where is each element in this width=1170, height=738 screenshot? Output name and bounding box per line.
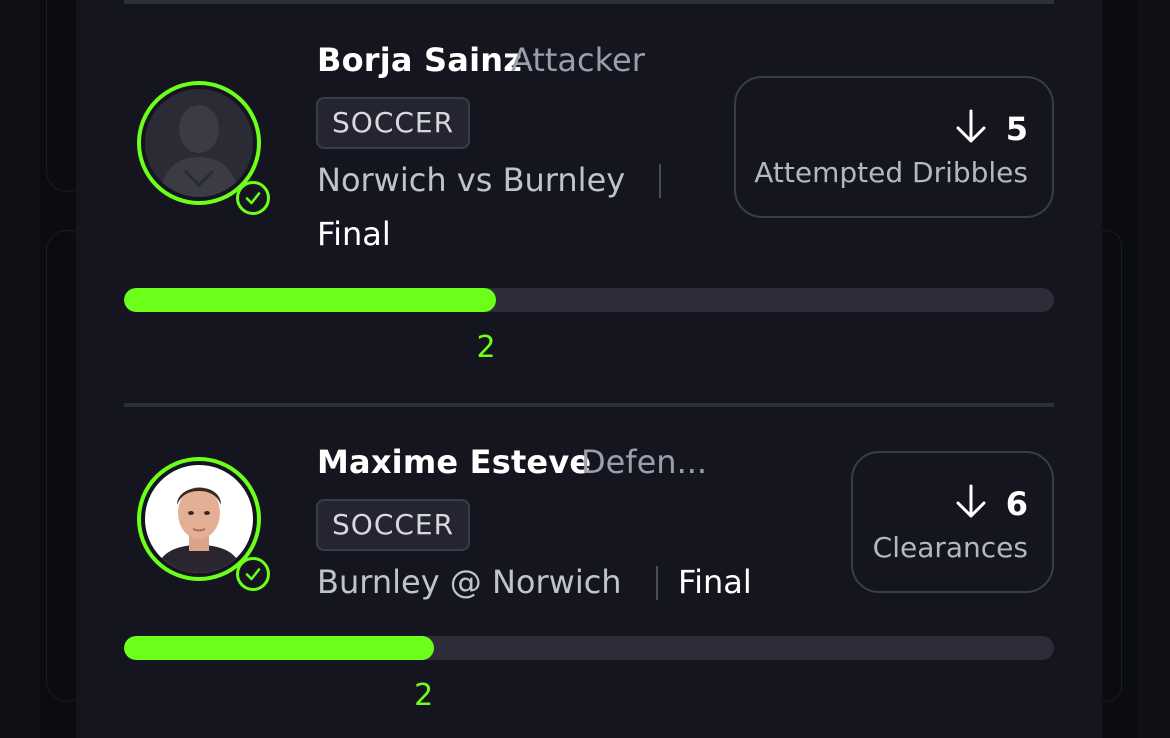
game-matchup: Burnley @ Norwich [317,563,622,601]
player-position: Attacker [511,41,645,79]
player-photo [145,465,253,573]
separator [656,566,658,600]
separator [659,164,661,198]
stat-value: 6 [1005,485,1028,523]
stat-value: 5 [1005,110,1028,148]
stat-label: Clearances [872,531,1028,564]
arrow-down-icon [954,483,988,525]
sport-badge: SOCCER [316,97,471,149]
progress-track [124,636,1054,660]
silhouette-icon [145,89,253,197]
stat-line-box[interactable]: 6 Clearances [851,451,1054,593]
stat-line-box[interactable]: 5 Attempted Dribbles [734,76,1054,218]
sport-badge: SOCCER [316,499,471,551]
progress-count: 2 [476,330,496,365]
arrow-down-icon [954,108,988,150]
progress-fill [124,636,434,660]
game-status: Final [678,563,752,601]
player-name: Borja Sainz [317,41,523,79]
verified-check-icon [236,181,270,215]
progress-count: 2 [414,678,434,713]
progress-track [124,288,1054,312]
game-status: Final [317,215,391,253]
verified-check-icon [236,557,270,591]
player-position: Defen... [581,443,708,481]
progress-fill [124,288,496,312]
divider-top [124,0,1054,4]
game-matchup: Norwich vs Burnley [317,161,626,199]
player-name: Maxime Esteve [317,443,592,481]
stat-label: Attempted Dribbles [754,156,1028,189]
divider [124,403,1054,407]
background-left-edge [0,0,40,738]
background-right-edge [1138,0,1170,738]
